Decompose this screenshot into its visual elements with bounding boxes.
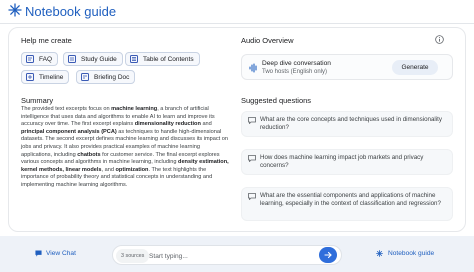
deep-dive-card: Deep dive conversation Two hosts (Englis… (241, 54, 453, 80)
suggested-question[interactable]: How does machine learning impact job mar… (241, 149, 453, 175)
summary-text-part: , and (101, 166, 116, 173)
chat-bubble-icon (248, 155, 256, 162)
faq-button[interactable]: FAQ (21, 52, 59, 66)
chat-icon (35, 250, 42, 257)
arrow-right-icon (324, 251, 332, 259)
table-of-contents-icon (130, 55, 138, 63)
timeline-icon (26, 73, 34, 81)
sparkle-icon (8, 3, 22, 17)
study-guide-button[interactable]: Study Guide (63, 52, 123, 66)
notebook-guide-label: Notebook guide (388, 250, 435, 257)
sparkle-icon (376, 250, 383, 257)
summary-bold-term: dimensionality reduction (134, 121, 201, 128)
generate-button[interactable]: Generate (392, 60, 438, 75)
study-guide-icon (68, 55, 76, 63)
suggested-question-text: What are the core concepts and technique… (260, 116, 442, 131)
faq-label: FAQ (39, 55, 53, 63)
faq-icon (26, 55, 34, 63)
briefing-doc-label: Briefing Doc (94, 73, 130, 81)
chat-bubble-icon (248, 117, 256, 124)
deep-dive-subtitle: Two hosts (English only) (262, 69, 328, 75)
timeline-label: Timeline (39, 73, 64, 81)
send-button[interactable] (319, 247, 337, 263)
audio-wave-icon (249, 63, 257, 73)
timeline-button[interactable]: Timeline (21, 70, 70, 84)
view-chat-label: View Chat (46, 250, 76, 257)
table-of-contents-button[interactable]: Table of Contents (125, 52, 200, 66)
page-title: Notebook guide (25, 4, 117, 19)
chat-input-pill: 3 sources (112, 245, 342, 265)
help-me-create-heading: Help me create (21, 36, 72, 45)
summary-text: The provided text excerpts focus on mach… (21, 106, 229, 190)
info-icon[interactable] (435, 35, 444, 44)
chat-input[interactable] (149, 249, 309, 263)
summary-text-part: The provided text excerpts focus on (21, 106, 112, 112)
bottom-bar: View Chat 3 sources Notebook guide (0, 236, 474, 272)
summary-bold-term: optimization (115, 166, 149, 173)
table-of-contents-label: Table of Contents (143, 55, 194, 63)
top-bar: Notebook guide (0, 0, 474, 24)
suggested-questions-heading: Suggested questions (241, 96, 312, 105)
summary-bold-term: principal component analysis (PCA) (21, 128, 117, 135)
suggested-question-text: How does machine learning impact job mar… (260, 154, 424, 169)
suggested-question-text: What are the essential components and ap… (260, 192, 441, 207)
summary-text-part: and (200, 121, 212, 128)
view-chat-button[interactable]: View Chat (35, 250, 76, 257)
summary-heading: Summary (21, 96, 54, 105)
briefing-doc-button[interactable]: Briefing Doc (76, 70, 136, 84)
audio-overview-heading: Audio Overview (241, 36, 294, 45)
summary-bold-term: machine learning (111, 106, 158, 112)
suggested-question[interactable]: What are the essential components and ap… (241, 187, 453, 221)
study-guide-label: Study Guide (81, 55, 117, 63)
notebook-guide-button[interactable]: Notebook guide (376, 250, 434, 257)
briefing-doc-icon (81, 73, 89, 81)
sources-badge[interactable]: 3 sources (116, 249, 150, 263)
chat-bubble-icon (248, 193, 256, 200)
suggested-question[interactable]: What are the core concepts and technique… (241, 111, 453, 137)
deep-dive-title: Deep dive conversation (262, 60, 331, 67)
summary-bold-term: chatbots (77, 151, 101, 158)
